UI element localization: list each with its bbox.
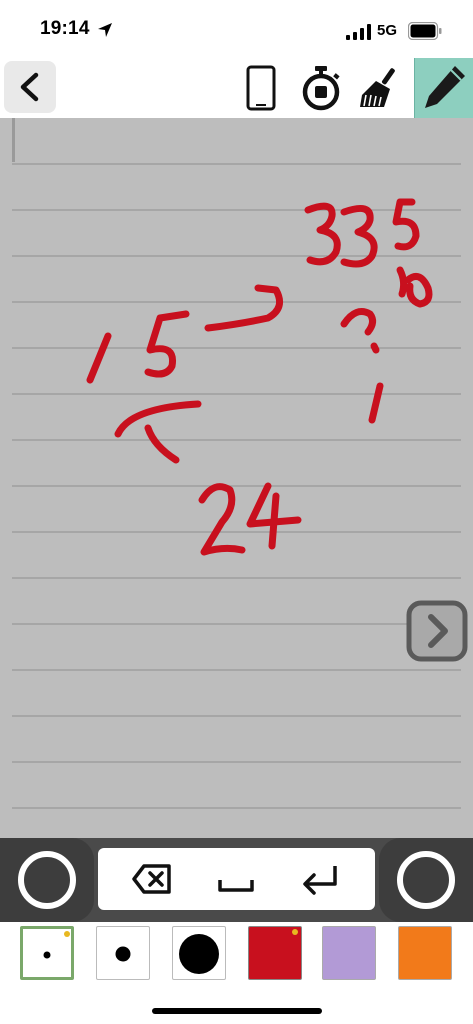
enter-key[interactable] xyxy=(296,860,344,898)
timer-button[interactable] xyxy=(298,64,344,112)
pen-palette xyxy=(0,922,473,992)
selected-star-icon xyxy=(292,929,298,935)
ink-digit-5b xyxy=(392,198,420,251)
clear-button[interactable] xyxy=(356,64,402,112)
ink-digit-2 xyxy=(198,483,246,556)
battery-icon xyxy=(408,22,442,40)
pencil-icon xyxy=(425,66,465,108)
ink-hook xyxy=(340,308,377,336)
stopwatch-icon xyxy=(302,66,340,111)
cellular-signal-icon xyxy=(346,24,371,40)
chevron-left-icon xyxy=(20,72,39,102)
left-circle-button[interactable] xyxy=(0,838,94,922)
space-key[interactable] xyxy=(212,860,260,898)
toolbar xyxy=(0,58,473,118)
status-bar: 19:14 5G xyxy=(0,0,473,58)
ring-icon xyxy=(18,851,76,909)
pen-size-small-icon xyxy=(43,931,70,959)
ink-dot xyxy=(370,342,380,354)
home-indicator xyxy=(152,1008,322,1014)
ink-digit-3b xyxy=(340,204,378,268)
ink-bracket xyxy=(114,400,202,464)
chevron-right-icon xyxy=(406,600,468,662)
phone-icon xyxy=(246,65,276,111)
status-time: 19:14 xyxy=(40,18,90,39)
space-icon xyxy=(218,880,254,892)
ink-digit-4 xyxy=(246,482,302,550)
ink-percent-o xyxy=(396,266,433,308)
color-purple[interactable] xyxy=(322,926,376,980)
key-bar xyxy=(0,838,473,922)
pen-size-large-icon xyxy=(179,934,219,974)
ink-tick xyxy=(368,382,384,424)
color-red[interactable] xyxy=(248,926,302,980)
device-button[interactable] xyxy=(238,64,284,112)
right-circle-button[interactable] xyxy=(379,838,473,922)
location-arrow-icon xyxy=(98,23,112,37)
pencil-button[interactable] xyxy=(414,58,473,118)
pen-size-medium-icon xyxy=(115,946,131,962)
broom-icon xyxy=(360,68,395,107)
ink-arrow xyxy=(204,284,284,332)
pen-size-medium[interactable] xyxy=(96,926,150,980)
back-button[interactable] xyxy=(4,61,56,113)
next-page-button[interactable] xyxy=(406,600,468,662)
ink-digit-3a xyxy=(304,202,341,266)
pen-size-small[interactable] xyxy=(20,926,74,980)
ink-digit-1 xyxy=(86,332,112,384)
handwriting-strokes xyxy=(86,198,433,556)
return-icon xyxy=(303,866,337,895)
edit-keys-panel xyxy=(98,848,375,910)
writing-canvas[interactable] xyxy=(0,118,473,838)
color-orange[interactable] xyxy=(398,926,452,980)
network-type: 5G xyxy=(377,22,398,39)
pen-size-large[interactable] xyxy=(172,926,226,980)
ink-digit-5 xyxy=(144,310,190,378)
ring-icon xyxy=(397,851,455,909)
backspace-icon xyxy=(132,864,171,894)
backspace-key[interactable] xyxy=(128,860,176,898)
